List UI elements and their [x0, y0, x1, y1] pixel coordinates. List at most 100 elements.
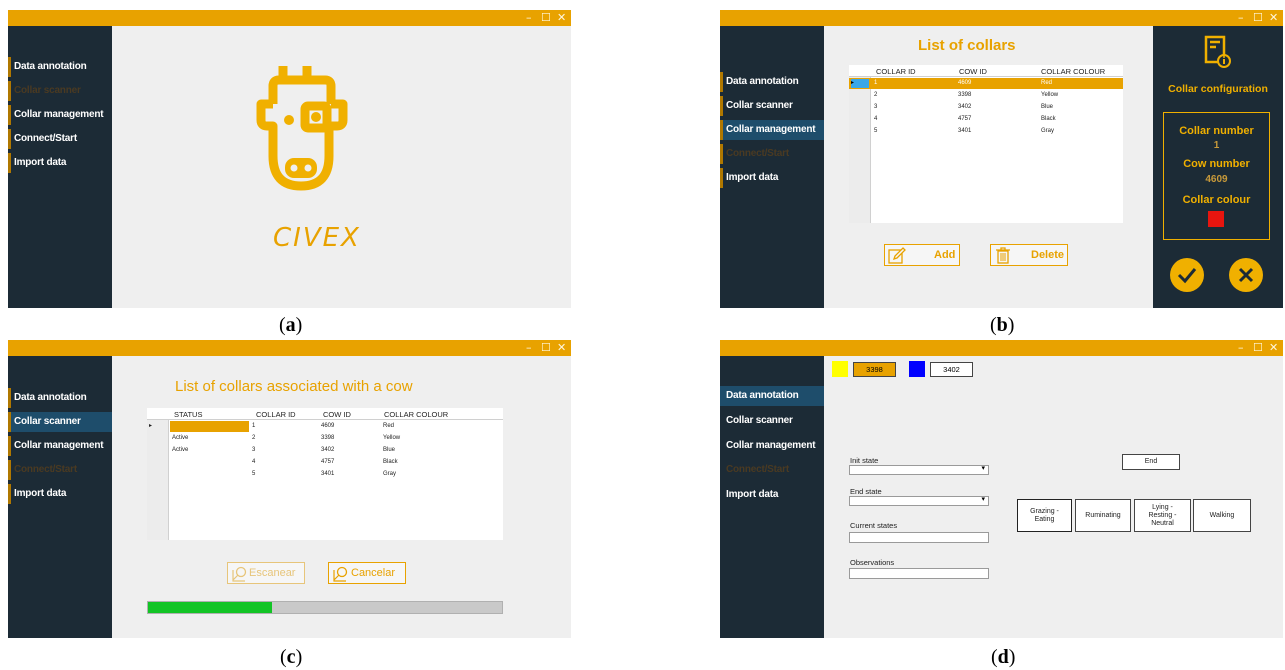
init-state-select[interactable]: ▾ [849, 465, 989, 475]
maximize-button[interactable]: ☐ [1253, 341, 1263, 354]
nav-collar-scanner[interactable]: Collar scanner [720, 96, 824, 116]
cell: Yellow [1041, 92, 1059, 98]
end-button[interactable]: End [1122, 454, 1180, 470]
cow-tag-id: 3402 [943, 365, 960, 374]
column-header[interactable]: COW ID [959, 67, 987, 76]
cow-tag-color-swatch [909, 361, 925, 377]
nav-data-annotation[interactable]: Data annotation [720, 72, 824, 92]
row-pointer-icon: ▸ [851, 79, 869, 88]
column-header[interactable]: STATUS [174, 410, 202, 419]
maximize-button[interactable]: ☐ [541, 11, 551, 24]
close-icon [1238, 267, 1254, 283]
cow-head-icon [256, 66, 348, 191]
cell: Active [172, 435, 189, 441]
state-ruminating-button[interactable]: Ruminating [1075, 499, 1131, 532]
table-row[interactable]: 4 4757 Black [147, 457, 503, 468]
minimize-button[interactable]: – [1238, 341, 1244, 354]
progress-fill [148, 602, 272, 613]
column-header[interactable]: COLLAR COLOUR [1041, 67, 1105, 76]
minimize-button[interactable]: – [526, 341, 532, 354]
end-state-select[interactable]: ▾ [849, 496, 989, 506]
cell: Gray [1041, 128, 1055, 134]
state-grazing-eating-button[interactable]: Grazing - Eating [1017, 499, 1072, 532]
table-row[interactable]: 5 3401 Gray [147, 469, 503, 480]
nav-connect-start[interactable]: Connect/Start [720, 460, 824, 480]
nav-data-annotation[interactable]: Data annotation [8, 388, 112, 408]
nav-connect-start[interactable]: Connect/Start [8, 129, 112, 149]
observations-field[interactable] [849, 568, 989, 579]
nav-collar-scanner[interactable]: Collar scanner [8, 412, 112, 432]
cancel-scan-button[interactable]: Cancelar [328, 562, 406, 584]
collar-number-label: Collar number [1179, 125, 1254, 137]
table-row[interactable]: 2 3398 Yellow [849, 90, 1123, 101]
close-button[interactable]: ✕ [1269, 11, 1278, 24]
scan-label: Escanear [249, 567, 296, 579]
table-header: STATUS COLLAR ID COW ID COLLAR COLOUR [147, 408, 503, 420]
nav-connect-start[interactable]: Connect/Start [720, 144, 824, 164]
table-row[interactable]: 5 3401 Gray [849, 126, 1123, 137]
nav-collar-scanner[interactable]: Collar scanner [720, 411, 824, 431]
cell: Gray [383, 471, 397, 477]
table-row[interactable]: 4 4757 Black [849, 114, 1123, 125]
column-header[interactable]: COW ID [323, 410, 351, 419]
title-bar: – ☐ ✕ [8, 340, 571, 356]
cell: 4757 [958, 116, 972, 122]
cell: 4 [252, 459, 256, 465]
delete-button[interactable]: Delete [990, 244, 1068, 266]
cow-tag-button[interactable]: 3402 [930, 362, 973, 377]
cell: Red [383, 423, 395, 429]
close-button[interactable]: ✕ [1269, 341, 1278, 354]
close-button[interactable]: ✕ [557, 11, 566, 24]
collar-colour-swatch[interactable] [1208, 211, 1224, 227]
nav-import-data[interactable]: Import data [8, 153, 112, 173]
observations-label: Observations [850, 558, 895, 567]
table-row[interactable]: ▸ 1 4609 Red [849, 78, 1123, 89]
nav-collar-scanner[interactable]: Collar scanner [8, 81, 112, 101]
chevron-down-icon: ▾ [981, 496, 985, 503]
maximize-button[interactable]: ☐ [1253, 11, 1263, 24]
table-row[interactable]: 3 3402 Blue [849, 102, 1123, 113]
nav-connect-start[interactable]: Connect/Start [8, 460, 112, 480]
nav-collar-management[interactable]: Collar management [8, 105, 112, 125]
column-header[interactable]: COLLAR ID [256, 410, 296, 419]
nav-import-data[interactable]: Import data [8, 484, 112, 504]
nav-collar-management[interactable]: Collar management [720, 120, 824, 140]
title-bar: – ☐ ✕ [720, 340, 1283, 356]
scan-button[interactable]: Escanear [227, 562, 305, 584]
confirm-button[interactable] [1170, 258, 1204, 292]
cell: 5 [252, 471, 256, 477]
cell: 3 [874, 104, 878, 110]
minimize-button[interactable]: – [1238, 11, 1244, 24]
table-row[interactable]: Active 2 3398 Yellow [147, 433, 503, 444]
associated-collars-table: STATUS COLLAR ID COW ID COLLAR COLOUR ▸ … [147, 408, 503, 540]
column-header[interactable]: COLLAR COLOUR [384, 410, 448, 419]
nav-collar-management[interactable]: Collar management [8, 436, 112, 456]
table-row[interactable]: Active 3 3402 Blue [147, 445, 503, 456]
cell: 3401 [321, 471, 335, 477]
state-walking-button[interactable]: Walking [1193, 499, 1251, 532]
cell: Active [172, 447, 189, 453]
collars-table: COLLAR ID COW ID COLLAR COLOUR ▸ 1 4609 … [849, 65, 1123, 223]
maximize-button[interactable]: ☐ [541, 341, 551, 354]
cancel-button[interactable] [1229, 258, 1263, 292]
nav-data-annotation[interactable]: Data annotation [720, 386, 824, 406]
cell: 1 [874, 80, 878, 86]
nav-import-data[interactable]: Import data [720, 485, 824, 505]
minimize-button[interactable]: – [526, 11, 532, 24]
nav-data-annotation[interactable]: Data annotation [8, 57, 112, 77]
nav-collar-management[interactable]: Collar management [720, 436, 824, 456]
cow-tag-button[interactable]: 3398 [853, 362, 896, 377]
chevron-down-icon: ▾ [981, 465, 985, 472]
column-header[interactable]: COLLAR ID [876, 67, 916, 76]
cell: 5 [874, 128, 878, 134]
checkmark-icon [1177, 268, 1197, 284]
cell: 3398 [958, 92, 972, 98]
current-states-field[interactable] [849, 532, 989, 543]
table-row[interactable]: ▸ 1 4609 Red [147, 421, 503, 432]
add-button[interactable]: Add [884, 244, 960, 266]
trash-icon [996, 247, 1010, 264]
close-button[interactable]: ✕ [557, 341, 566, 354]
panel-b: – ☐ ✕ Data annotation Collar scanner Col… [720, 10, 1283, 336]
nav-import-data[interactable]: Import data [720, 168, 824, 188]
state-lying-resting-neutral-button[interactable]: Lying - Resting - Neutral [1134, 499, 1191, 532]
